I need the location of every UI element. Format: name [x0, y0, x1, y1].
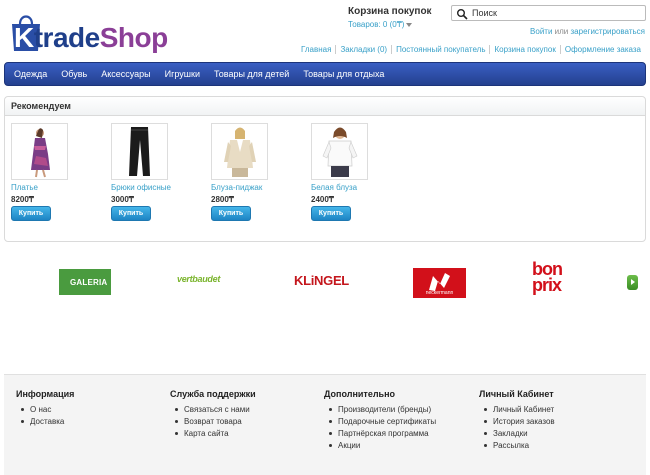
- brand-name-line2: prix: [532, 275, 562, 295]
- top-link-bookmarks[interactable]: Закладки (0): [335, 45, 392, 54]
- product-image[interactable]: [11, 123, 68, 180]
- buy-button[interactable]: Купить: [311, 206, 351, 221]
- header-cart[interactable]: Корзина покупок Товаров: 0 (0₸): [348, 6, 448, 29]
- product-name[interactable]: Платье: [11, 183, 111, 192]
- brand-logo-neckermann[interactable]: neckermann: [413, 268, 466, 298]
- footer-link[interactable]: Связаться с нами: [170, 404, 256, 416]
- product-image[interactable]: [211, 123, 268, 180]
- footer-link[interactable]: Подарочные сертификаты: [324, 416, 436, 428]
- product-card: Белая блуза 2400₸ Купить: [311, 123, 411, 221]
- footer-column-title: Личный Кабинет: [479, 389, 554, 399]
- brands-carousel: GALERIA vertbaudet KLiNGEL neckermann bo…: [4, 258, 646, 308]
- footer-link[interactable]: Партнёрская программа: [324, 428, 436, 440]
- footer-column-support: Служба поддержки Связаться с нами Возвра…: [170, 389, 256, 440]
- recommended-box: Рекомендуем Платье 8200₸ Купить Брюки оф…: [4, 96, 646, 242]
- account-links: Войти или зарегистрироваться: [530, 27, 645, 36]
- footer-link[interactable]: Закладки: [479, 428, 555, 440]
- product-card: Блуза-пиджак 2800₸ Купить: [211, 123, 311, 221]
- product-name[interactable]: Белая блуза: [311, 183, 411, 192]
- footer-link[interactable]: Акции: [324, 440, 436, 452]
- footer-column-title: Служба поддержки: [170, 389, 256, 399]
- footer-link[interactable]: О нас: [16, 404, 74, 416]
- logo-word-trade: trade: [33, 22, 100, 53]
- blouse-jacket-image: [224, 127, 256, 177]
- footer-link[interactable]: Производители (бренды): [324, 404, 436, 416]
- brand-logo-vertbaudet[interactable]: vertbaudet: [177, 274, 237, 306]
- footer-link[interactable]: История заказов: [479, 416, 555, 428]
- product-card: Брюки офисные 3000₸ Купить: [111, 123, 211, 221]
- login-link[interactable]: Войти: [530, 27, 552, 36]
- top-link-home[interactable]: Главная: [297, 45, 335, 54]
- site-logo[interactable]: KtradeShop: [11, 4, 181, 56]
- buy-button[interactable]: Купить: [11, 206, 51, 221]
- footer-link[interactable]: Карта сайта: [170, 428, 256, 440]
- top-link-cart[interactable]: Корзина покупок: [489, 45, 560, 54]
- footer-column-extras: Дополнительно Производители (бренды) Под…: [324, 389, 436, 452]
- dress-image: [31, 128, 50, 178]
- top-link-regular-customer[interactable]: Постоянный покупатель: [391, 45, 490, 54]
- menu-item-clothing[interactable]: Одежда: [5, 63, 54, 85]
- buy-button[interactable]: Купить: [211, 206, 251, 221]
- product-image[interactable]: [311, 123, 368, 180]
- search-icon[interactable]: [456, 8, 468, 20]
- logo-letter: K: [14, 22, 34, 53]
- footer-column-account: Личный Кабинет Личный Кабинет История за…: [479, 389, 555, 452]
- product-name[interactable]: Брюки офисные: [111, 183, 211, 192]
- menu-item-shoes[interactable]: Обувь: [54, 63, 94, 85]
- or-text: или: [554, 27, 569, 36]
- cart-summary: Товаров: 0 (0₸): [348, 20, 405, 29]
- product-name[interactable]: Блуза-пиджак: [211, 183, 311, 192]
- top-link-checkout[interactable]: Оформление заказа: [559, 45, 645, 54]
- menu-item-leisure[interactable]: Товары для отдыха: [296, 63, 391, 85]
- brand-name: vertbaudet: [177, 274, 221, 284]
- menu-item-toys[interactable]: Игрушки: [158, 63, 207, 85]
- menu-item-kids[interactable]: Товары для детей: [207, 63, 296, 85]
- footer-link[interactable]: Возврат товара: [170, 416, 256, 428]
- product-price: 2400₸: [311, 195, 334, 204]
- top-links: Главная Закладки (0) Постоянный покупатель…: [297, 45, 645, 54]
- brand-logo-klingel[interactable]: KLiNGEL: [294, 273, 350, 305]
- menu-item-accessories[interactable]: Аксессуары: [94, 63, 157, 85]
- recommended-title: Рекомендуем: [11, 101, 71, 111]
- search-input[interactable]: [472, 7, 642, 19]
- cart-title: Корзина покупок: [348, 6, 432, 17]
- register-link[interactable]: зарегистрироваться: [571, 27, 645, 36]
- main-menu: Одежда Обувь Аксессуары Игрушки Товары д…: [4, 62, 646, 86]
- recommended-header: Рекомендуем: [5, 97, 645, 116]
- brand-name: KLiNGEL: [294, 273, 349, 288]
- brand-name: GALERIA: [70, 278, 108, 287]
- search-box: [451, 5, 646, 21]
- cart-summary-dropdown[interactable]: Товаров: 0 (0₸): [348, 20, 448, 29]
- product-price: 8200₸: [11, 195, 34, 204]
- buy-button[interactable]: Купить: [111, 206, 151, 221]
- footer-link[interactable]: Личный Кабинет: [479, 404, 555, 416]
- caret-down-icon: [406, 22, 413, 27]
- product-image[interactable]: [111, 123, 168, 180]
- footer-column-title: Дополнительно: [324, 389, 396, 399]
- product-price: 3000₸: [111, 195, 134, 204]
- product-card: Платье 8200₸ Купить: [11, 123, 111, 221]
- brand-logo-galeria[interactable]: GALERIA: [59, 269, 111, 295]
- logo-word-shop: Shop: [99, 22, 169, 53]
- footer-link[interactable]: Доставка: [16, 416, 74, 428]
- trousers-image: [129, 127, 150, 176]
- brand-name: neckermann: [425, 290, 454, 296]
- brand-logo-bonprix[interactable]: bon prix: [532, 260, 582, 295]
- product-price: 2800₸: [211, 195, 234, 204]
- footer: Информация О нас Доставка Служба поддерж…: [4, 374, 646, 475]
- footer-link[interactable]: Рассылка: [479, 440, 555, 452]
- footer-column-title: Информация: [16, 389, 75, 399]
- carousel-next-arrow-icon[interactable]: [627, 275, 638, 290]
- footer-column-info: Информация О нас Доставка: [16, 389, 74, 428]
- white-blouse-image: [322, 127, 358, 177]
